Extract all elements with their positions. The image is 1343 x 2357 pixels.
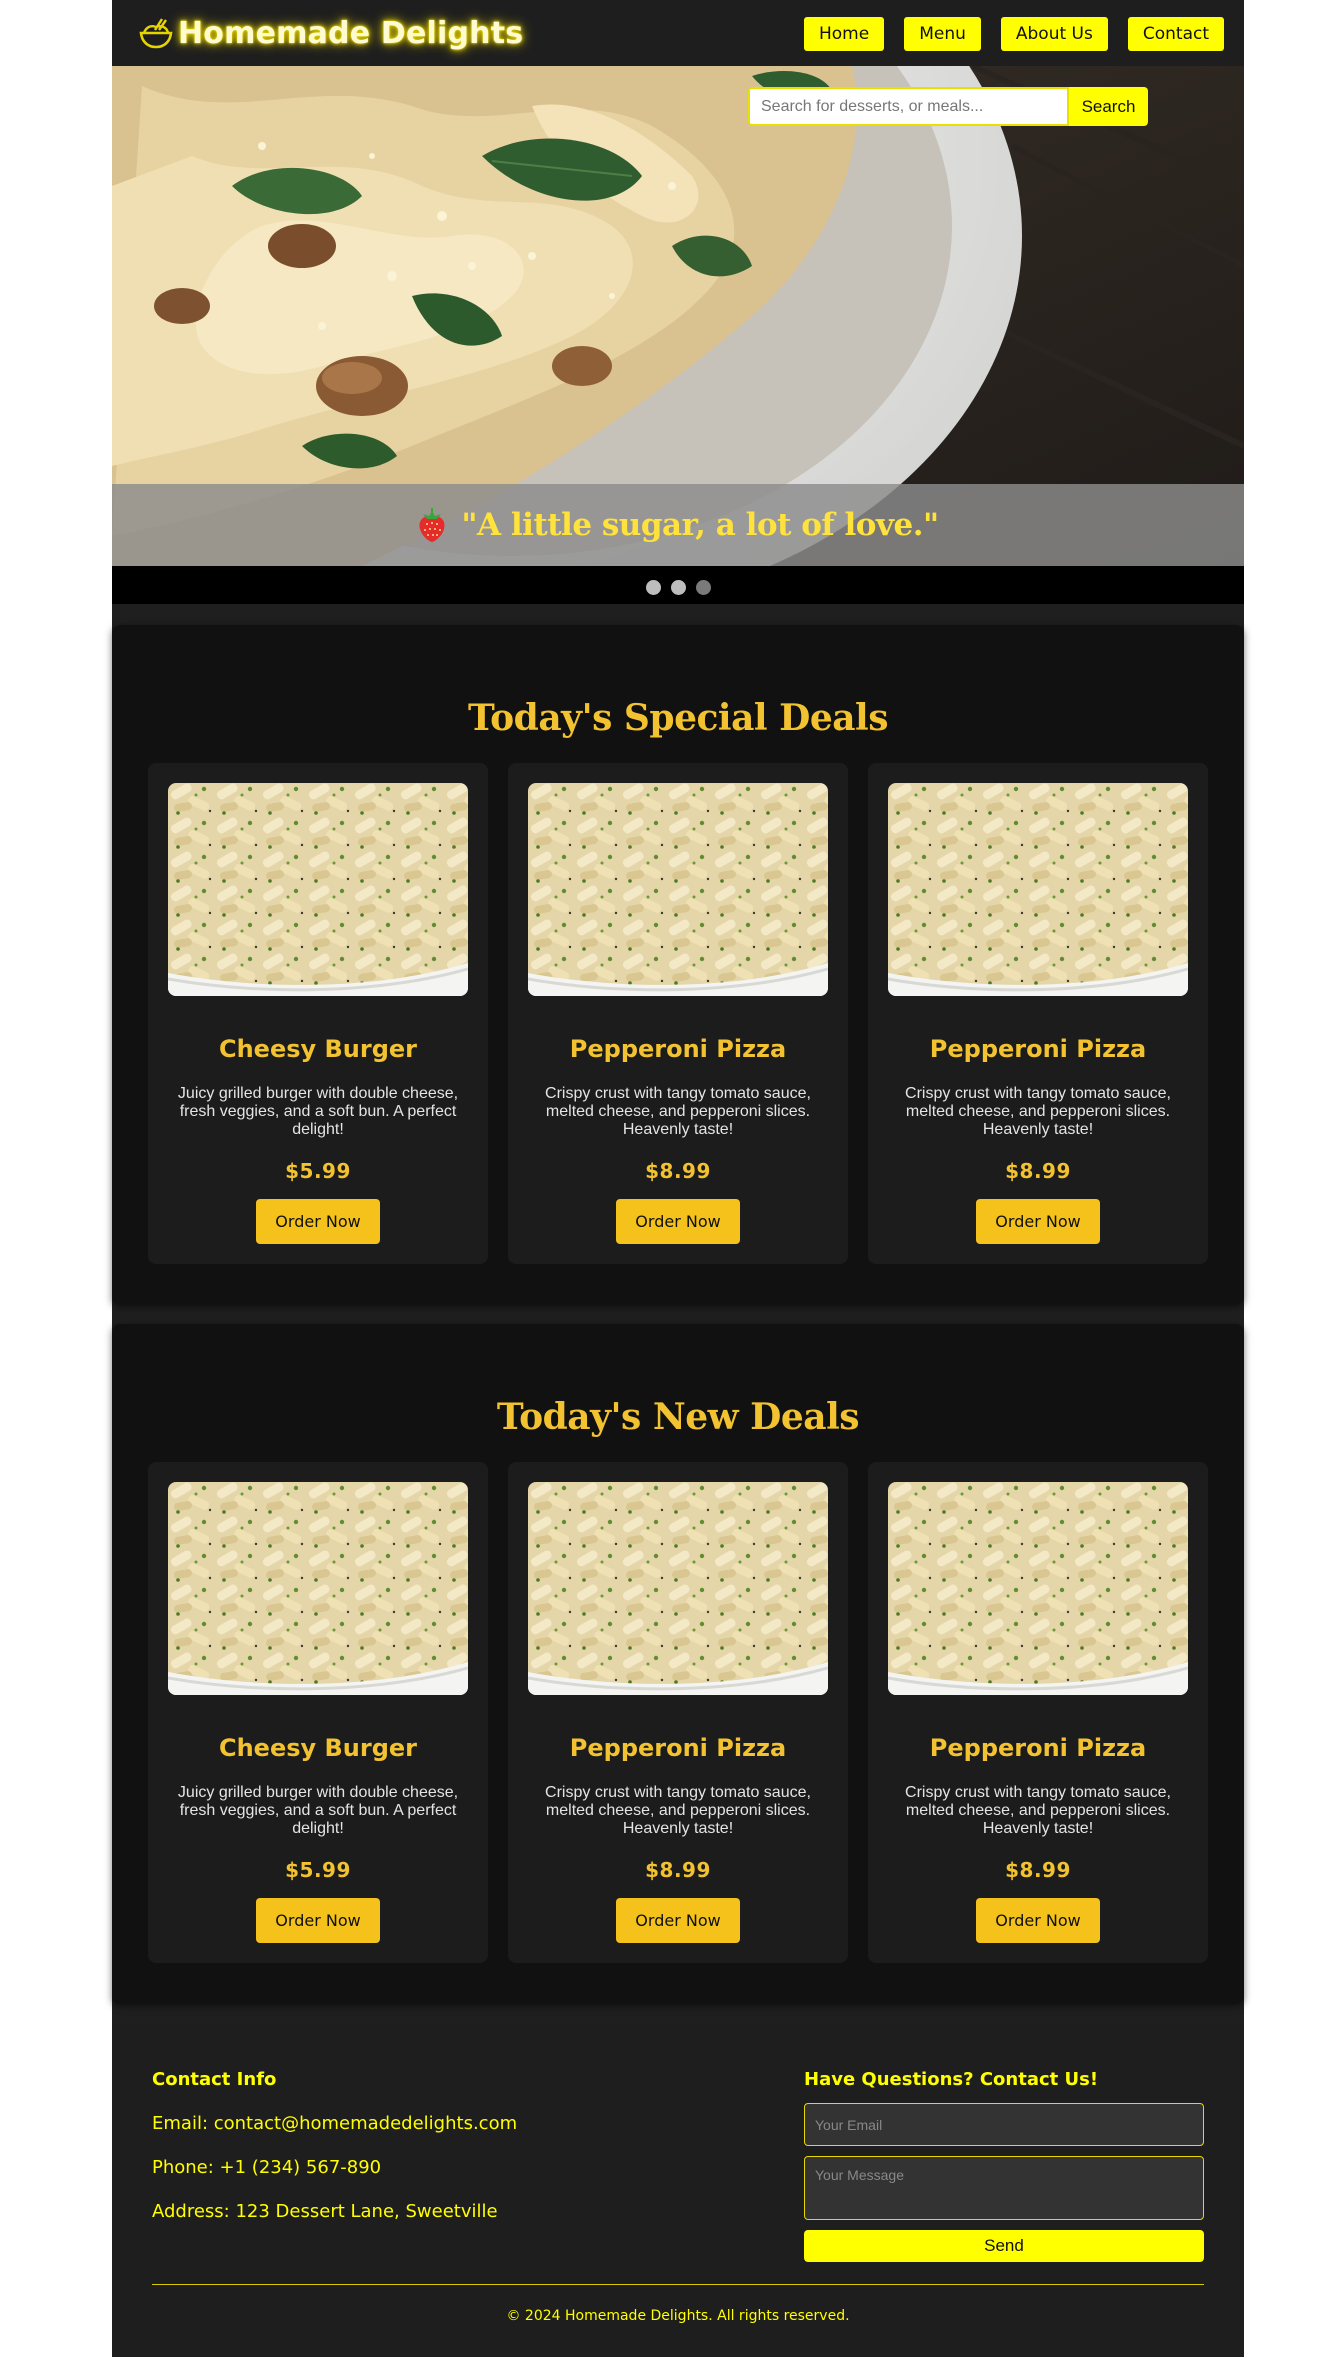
contact-phone[interactable]: Phone: +1 (234) 567-890 bbox=[152, 2157, 517, 2178]
dish-image bbox=[888, 1482, 1188, 1695]
slider-dot-1[interactable] bbox=[646, 580, 661, 595]
dish-image bbox=[528, 783, 828, 996]
slider-dot-3[interactable] bbox=[696, 580, 711, 595]
dish-name: Pepperoni Pizza bbox=[929, 1734, 1147, 1762]
order-now-button[interactable]: Order Now bbox=[616, 1898, 740, 1943]
order-now-button[interactable]: Order Now bbox=[256, 1199, 380, 1244]
search-bar: Search bbox=[748, 87, 1148, 126]
contact-form: Have Questions? Contact Us! Send bbox=[804, 2069, 1204, 2262]
special-deals-section: Today's Special Deals Cheesy Burger Juic… bbox=[112, 625, 1244, 1305]
deal-card: Pepperoni Pizza Crispy crust with tangy … bbox=[868, 1462, 1208, 1963]
nav-contact-button[interactable]: Contact bbox=[1127, 17, 1224, 51]
tagline-banner: "A little sugar, a lot of love." bbox=[112, 484, 1244, 566]
dish-price: $8.99 bbox=[1005, 1159, 1071, 1183]
new-deals-section: Today's New Deals Cheesy Burger Juicy gr… bbox=[112, 1324, 1244, 2004]
dish-description: Crispy crust with tangy tomato sauce, me… bbox=[905, 1085, 1171, 1138]
dish-name: Pepperoni Pizza bbox=[569, 1035, 787, 1063]
brand-logo[interactable]: Homemade Delights bbox=[138, 15, 523, 51]
nav-home-button[interactable]: Home bbox=[804, 17, 885, 51]
section-title: Today's New Deals bbox=[496, 1396, 860, 1438]
order-now-button[interactable]: Order Now bbox=[616, 1199, 740, 1244]
dish-name: Cheesy Burger bbox=[218, 1734, 418, 1762]
message-field[interactable] bbox=[804, 2156, 1204, 2220]
brand-name: Homemade Delights bbox=[178, 15, 524, 51]
food-bowl-icon bbox=[139, 18, 173, 49]
nav-menu-button[interactable]: Menu bbox=[904, 17, 981, 51]
dish-price: $8.99 bbox=[645, 1159, 711, 1183]
contact-form-heading: Have Questions? Contact Us! bbox=[804, 2069, 1099, 2090]
dish-name: Cheesy Burger bbox=[218, 1035, 418, 1063]
dish-description: Juicy grilled burger with double cheese,… bbox=[177, 1784, 459, 1837]
order-now-button[interactable]: Order Now bbox=[976, 1199, 1100, 1244]
main-nav: Home Menu About Us Contact bbox=[804, 17, 1224, 51]
nav-about-button[interactable]: About Us bbox=[1000, 17, 1108, 51]
contact-address: Address: 123 Dessert Lane, Sweetville bbox=[152, 2201, 498, 2222]
email-field[interactable] bbox=[804, 2103, 1204, 2146]
dish-image bbox=[168, 783, 468, 996]
dish-price: $8.99 bbox=[1005, 1858, 1071, 1882]
deal-card: Pepperoni Pizza Crispy crust with tangy … bbox=[868, 763, 1208, 1264]
dish-price: $5.99 bbox=[285, 1159, 351, 1183]
dish-description: Crispy crust with tangy tomato sauce, me… bbox=[905, 1784, 1171, 1837]
dish-price: $5.99 bbox=[285, 1858, 351, 1882]
contact-email[interactable]: Email: contact@homemadedelights.com bbox=[152, 2113, 517, 2134]
search-button[interactable]: Search bbox=[1069, 87, 1148, 126]
site-header: Homemade Delights Home Menu About Us Con… bbox=[112, 0, 1244, 66]
dish-name: Pepperoni Pizza bbox=[929, 1035, 1147, 1063]
deal-card: Cheesy Burger Juicy grilled burger with … bbox=[148, 763, 488, 1264]
strawberry-icon bbox=[419, 508, 445, 542]
page: Homemade Delights Home Menu About Us Con… bbox=[112, 0, 1244, 2357]
slider-dot-2[interactable] bbox=[671, 580, 686, 595]
deal-card: Pepperoni Pizza Crispy crust with tangy … bbox=[508, 1462, 848, 1963]
dish-description: Crispy crust with tangy tomato sauce, me… bbox=[545, 1085, 811, 1138]
send-button[interactable]: Send bbox=[804, 2230, 1204, 2262]
dish-description: Crispy crust with tangy tomato sauce, me… bbox=[545, 1784, 811, 1837]
dish-description: Juicy grilled burger with double cheese,… bbox=[177, 1085, 459, 1138]
deal-card: Cheesy Burger Juicy grilled burger with … bbox=[148, 1462, 488, 1963]
dish-image bbox=[168, 1482, 468, 1695]
order-now-button[interactable]: Order Now bbox=[256, 1898, 380, 1943]
dish-image bbox=[888, 783, 1188, 996]
hero-slider: Search "A little sugar, a lot of love." bbox=[112, 66, 1244, 604]
contact-info: Contact Info Email: contact@homemadedeli… bbox=[152, 2069, 517, 2222]
footer-divider bbox=[152, 2284, 1204, 2285]
site-footer: Contact Info Email: contact@homemadedeli… bbox=[112, 2023, 1244, 2357]
slider-dots bbox=[646, 580, 711, 595]
section-title: Today's Special Deals bbox=[467, 697, 889, 739]
order-now-button[interactable]: Order Now bbox=[976, 1898, 1100, 1943]
search-input[interactable] bbox=[748, 87, 1069, 126]
dish-price: $8.99 bbox=[645, 1858, 711, 1882]
deal-card: Pepperoni Pizza Crispy crust with tangy … bbox=[508, 763, 848, 1264]
slider-controls bbox=[112, 566, 1244, 604]
contact-info-heading: Contact Info bbox=[152, 2069, 277, 2090]
tagline-text: "A little sugar, a lot of love." bbox=[461, 507, 939, 543]
dish-image bbox=[528, 1482, 828, 1695]
dish-name: Pepperoni Pizza bbox=[569, 1734, 787, 1762]
copyright-text: © 2024 Homemade Delights. All rights res… bbox=[506, 2308, 850, 2324]
